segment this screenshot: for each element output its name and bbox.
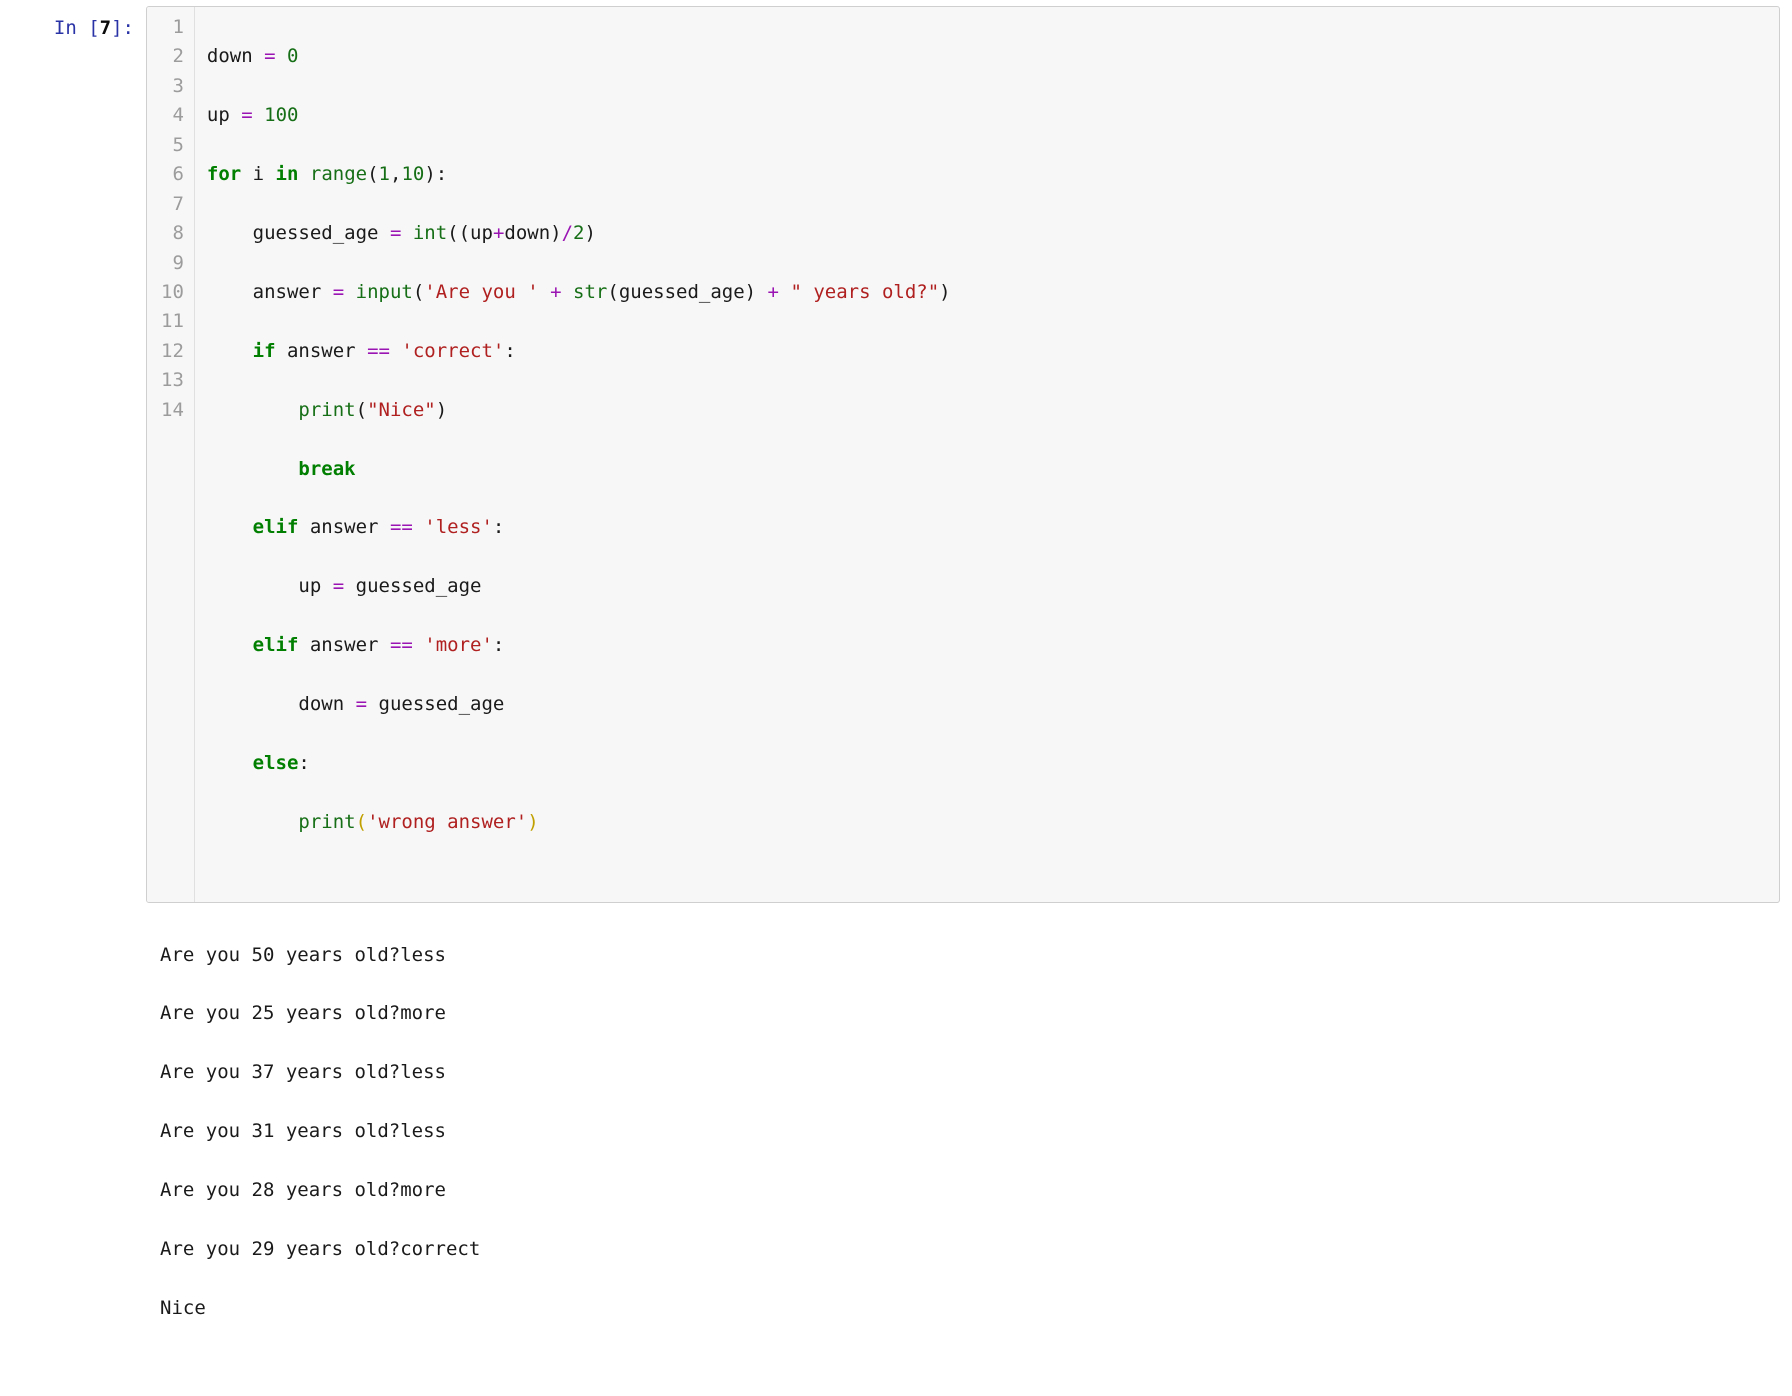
notebook-cell: In [7]: 1 2 3 4 5 6 7 8 9 10 11 12 13 14…: [0, 0, 1792, 1396]
code-line: print('wrong answer'): [207, 808, 1767, 837]
prompt-close: ]:: [111, 17, 134, 39]
code-line: for i in range(1,10):: [207, 160, 1767, 189]
line-number: 10: [161, 278, 184, 307]
line-number: 11: [161, 307, 184, 336]
output-line: Are you 29 years old?correct: [160, 1235, 1786, 1264]
line-number: 2: [161, 42, 184, 71]
output-line: Are you 37 years old?less: [160, 1058, 1786, 1087]
line-number: 4: [161, 101, 184, 130]
code-line: elif answer == 'more':: [207, 631, 1767, 660]
code-line: up = guessed_age: [207, 572, 1767, 601]
code-editor[interactable]: down = 0 up = 100 for i in range(1,10): …: [195, 7, 1779, 902]
code-line: print("Nice"): [207, 396, 1767, 425]
code-line: else:: [207, 749, 1767, 778]
output-line: Are you 28 years old?more: [160, 1176, 1786, 1205]
line-number: 9: [161, 249, 184, 278]
output-line: Are you 50 years old?less: [160, 941, 1786, 970]
code-line: down = guessed_age: [207, 690, 1767, 719]
code-line: down = 0: [207, 42, 1767, 71]
input-prompt: In [7]:: [4, 6, 146, 43]
code-line: guessed_age = int((up+down)/2): [207, 219, 1767, 248]
code-line: up = 100: [207, 101, 1767, 130]
line-number: 3: [161, 72, 184, 101]
line-number: 1: [161, 13, 184, 42]
prompt-number: 7: [100, 17, 111, 39]
code-line: if answer == 'correct':: [207, 337, 1767, 366]
code-line: answer = input('Are you ' + str(guessed_…: [207, 278, 1767, 307]
line-number: 6: [161, 160, 184, 189]
line-number: 12: [161, 337, 184, 366]
prompt-prefix: In: [54, 17, 88, 39]
code-line: break: [207, 455, 1767, 484]
cell-output: Are you 50 years old?less Are you 25 yea…: [146, 903, 1788, 1390]
output-line: Are you 31 years old?less: [160, 1117, 1786, 1146]
output-line: Nice: [160, 1294, 1786, 1323]
code-line: elif answer == 'less':: [207, 513, 1767, 542]
line-number: 5: [161, 131, 184, 160]
line-number: 8: [161, 219, 184, 248]
line-number: 13: [161, 366, 184, 395]
line-number: 7: [161, 190, 184, 219]
output-line: Are you 25 years old?more: [160, 999, 1786, 1028]
code-input-box[interactable]: 1 2 3 4 5 6 7 8 9 10 11 12 13 14 down = …: [146, 6, 1780, 903]
prompt-open: [: [88, 17, 99, 39]
cell-content: 1 2 3 4 5 6 7 8 9 10 11 12 13 14 down = …: [146, 6, 1788, 1390]
line-number-gutter: 1 2 3 4 5 6 7 8 9 10 11 12 13 14: [147, 7, 195, 902]
line-number: 14: [161, 396, 184, 425]
